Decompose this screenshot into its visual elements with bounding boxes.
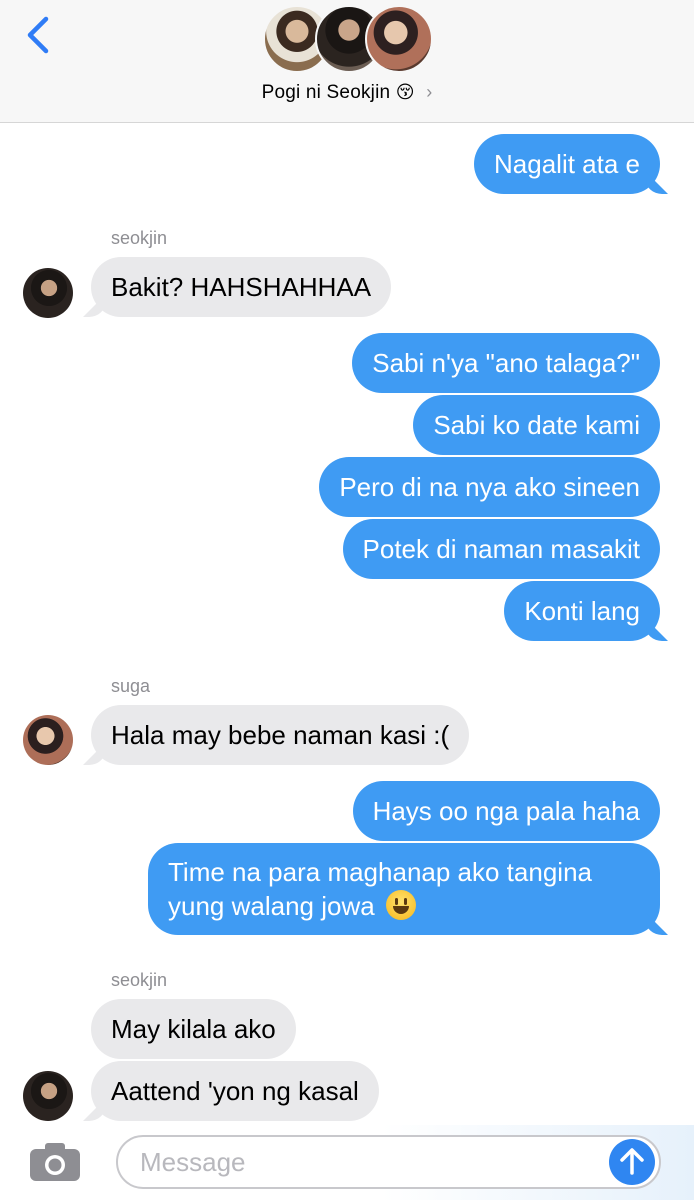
smiley-emoji: [385, 890, 416, 920]
avatar[interactable]: [23, 1071, 73, 1121]
send-button[interactable]: [609, 1139, 655, 1185]
group-name-title[interactable]: Pogi ni Seokjin 😚 ›: [0, 82, 694, 104]
kissing-face-emoji: 😚: [395, 82, 415, 102]
outgoing-message[interactable]: Potek di naman masakit: [342, 519, 660, 579]
message-text: Konti lang: [524, 596, 640, 626]
message-text: Hala may bebe naman kasi :(: [111, 720, 450, 750]
message-text: Potek di naman masakit: [362, 534, 640, 564]
camera-button[interactable]: [28, 1141, 82, 1183]
group-avatars[interactable]: [263, 5, 433, 75]
sender-name: seokjin: [111, 228, 168, 248]
conversation-header: Pogi ni Seokjin 😚 ›: [0, 0, 694, 123]
incoming-message[interactable]: Bakit? HAHSHAHHAA: [91, 257, 392, 317]
chevron-right-icon: ›: [426, 82, 433, 102]
avatar[interactable]: [23, 268, 73, 318]
back-button[interactable]: [22, 14, 56, 56]
sender-name: seokjin: [111, 970, 168, 990]
message-text: Hays oo nga pala haha: [372, 796, 640, 826]
message-text: May kilala ako: [111, 1014, 276, 1044]
outgoing-message[interactable]: Sabi ko date kami: [413, 395, 660, 455]
outgoing-message[interactable]: Nagalit ata e: [474, 134, 660, 194]
incoming-message[interactable]: Aattend 'yon ng kasal: [91, 1061, 379, 1121]
message-text-line: yung walang jowa: [168, 891, 375, 921]
message-input[interactable]: [116, 1135, 661, 1189]
incoming-message[interactable]: May kilala ako: [91, 999, 296, 1059]
outgoing-message[interactable]: Pero di na nya ako sineen: [319, 457, 660, 517]
sender-name: suga: [111, 676, 151, 696]
outgoing-message[interactable]: Sabi n'ya "ano talaga?": [352, 333, 660, 393]
outgoing-message[interactable]: Hays oo nga pala haha: [352, 781, 660, 841]
incoming-message[interactable]: Hala may bebe naman kasi :(: [91, 705, 470, 765]
avatar[interactable]: [23, 715, 73, 765]
message-text: Bakit? HAHSHAHHAA: [111, 272, 372, 302]
message-text: Aattend 'yon ng kasal: [111, 1076, 359, 1106]
group-name-label: Pogi ni Seokjin: [261, 82, 391, 103]
message-text: Nagalit ata e: [494, 149, 640, 179]
outgoing-message[interactable]: Time na para maghanap ako tangina yung w…: [148, 843, 660, 935]
camera-icon: [30, 1143, 80, 1181]
message-composer: [0, 1125, 694, 1200]
message-text-line: Time na para maghanap ako tangina: [168, 857, 592, 887]
chevron-left-icon: [27, 16, 49, 54]
message-text: Sabi ko date kami: [433, 410, 640, 440]
avatar: [365, 5, 433, 73]
message-text: Pero di na nya ako sineen: [339, 472, 640, 502]
message-text: Sabi n'ya "ano talaga?": [372, 348, 640, 378]
arrow-up-icon: [620, 1148, 644, 1175]
outgoing-message[interactable]: Konti lang: [504, 581, 660, 641]
